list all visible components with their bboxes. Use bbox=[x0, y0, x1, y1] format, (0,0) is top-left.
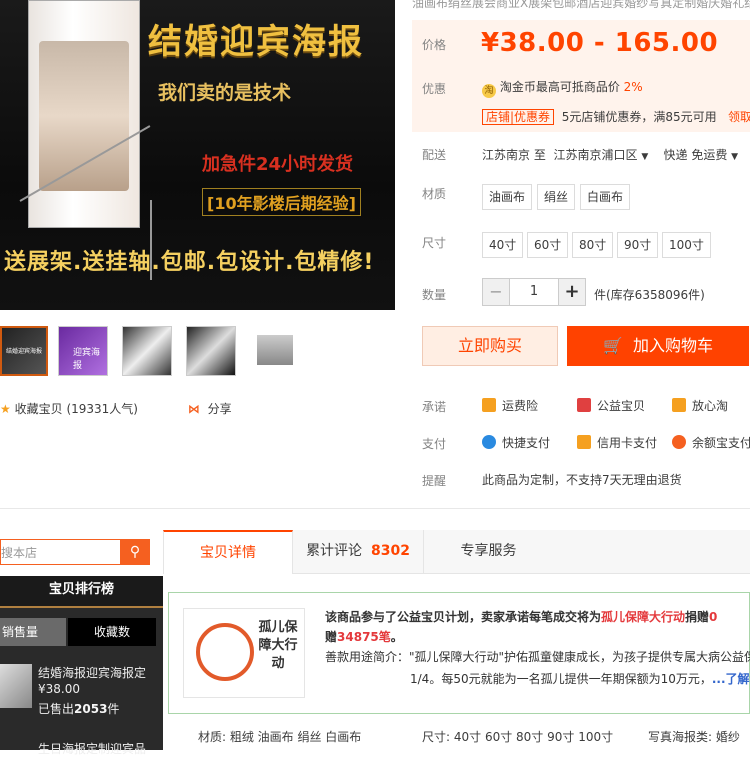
attr-size: 尺寸: 40寸 60寸 80寸 90寸 100寸 bbox=[422, 730, 614, 744]
thumbnail-5[interactable] bbox=[250, 326, 300, 376]
attr-type: 写真海报类: 婚纱 bbox=[648, 730, 740, 744]
size-option-80[interactable]: 80寸 bbox=[572, 232, 614, 258]
share-button[interactable]: ⋈ 分享 bbox=[188, 400, 232, 417]
promise-label: 承诺 bbox=[422, 400, 447, 414]
pay-credit-card[interactable]: 信用卡支付 bbox=[577, 434, 657, 451]
charity-line-2: 赠34875笔。 bbox=[325, 630, 403, 644]
rank-tab-favorites[interactable]: 收藏数 bbox=[68, 618, 156, 646]
charity-line-4: 1/4。每50元就能为一名孤儿提供一年期保额为10万元，...了解详 bbox=[410, 670, 750, 687]
display-stand-graphic bbox=[28, 0, 140, 228]
ship-destination-select[interactable]: 江苏南京浦口区 ▼ bbox=[553, 148, 648, 162]
hero-banner-text: 送展架.送挂轴.包邮.包设计.包精修! bbox=[4, 250, 375, 275]
star-icon: ★ bbox=[0, 402, 11, 416]
search-button[interactable]: ⚲ bbox=[120, 539, 150, 565]
pay-label: 支付 bbox=[422, 437, 447, 451]
price-value: ¥38.00 - 165.00 bbox=[481, 28, 719, 58]
size-option-100[interactable]: 100寸 bbox=[662, 232, 711, 258]
rank-title: 宝贝排行榜 bbox=[0, 576, 163, 608]
favorite-button[interactable]: ★ 收藏宝贝 (19331人气) bbox=[0, 400, 138, 417]
thumbnail-3[interactable] bbox=[122, 326, 172, 376]
rank-item-image[interactable] bbox=[0, 664, 32, 708]
search-icon: ⚲ bbox=[129, 544, 141, 560]
size-option-60[interactable]: 60寸 bbox=[527, 232, 569, 258]
charity-learn-more-link[interactable]: ...了解详 bbox=[712, 672, 750, 686]
charity-logo-icon bbox=[196, 623, 254, 681]
share-icon: ⋈ bbox=[188, 402, 200, 416]
material-option-white[interactable]: 白画布 bbox=[580, 184, 631, 210]
coupon-link[interactable]: 领取 bbox=[728, 110, 750, 124]
ship-row: 江苏南京 至 江苏南京浦口区 ▼ 快递 免运费 ▼ bbox=[482, 148, 739, 162]
hero-rush-text: 加急件24小时发货 bbox=[202, 154, 354, 175]
taojinbi-promo: 淘 淘金币最高可抵商品价 2% bbox=[482, 78, 643, 98]
safe-buy-icon bbox=[672, 398, 686, 412]
stock-text: 件(库存6358096件) bbox=[594, 288, 705, 302]
charity-line-1: 该商品参与了公益宝贝计划，卖家承诺每笔成交将为孤儿保障大行动捐赠0 bbox=[325, 610, 718, 624]
qty-minus-button[interactable]: − bbox=[482, 278, 510, 306]
yuebao-icon bbox=[672, 435, 686, 449]
add-to-cart-button[interactable]: 🛒 加入购物车 bbox=[567, 326, 749, 366]
coupon-tag: 店铺|优惠券 bbox=[482, 109, 555, 125]
qty-label: 数量 bbox=[422, 288, 447, 302]
promise-shipping-insurance[interactable]: 运费险 bbox=[482, 397, 538, 414]
shipping-insurance-icon bbox=[482, 398, 496, 412]
promise-charity[interactable]: 公益宝贝 bbox=[577, 397, 645, 414]
qty-input[interactable]: 1 bbox=[509, 278, 559, 306]
quick-pay-icon bbox=[482, 435, 496, 449]
credit-card-icon bbox=[577, 435, 591, 449]
shop-search-input[interactable]: 搜本店 bbox=[0, 539, 120, 565]
hero-experience-text: [10年影楼后期经验] bbox=[202, 188, 361, 216]
charity-logo: 孤儿保障大行动 bbox=[183, 608, 305, 698]
size-option-40[interactable]: 40寸 bbox=[482, 232, 524, 258]
buy-now-button[interactable]: 立即购买 bbox=[422, 326, 558, 366]
attr-material: 材质: 粗绒 油画布 绢丝 白画布 bbox=[198, 730, 362, 744]
section-divider bbox=[0, 508, 750, 509]
discount-label: 优惠 bbox=[422, 82, 447, 96]
pay-quick[interactable]: 快捷支付 bbox=[482, 434, 550, 451]
coupon-row: 店铺|优惠券 5元店铺优惠券，满85元可用 领取 bbox=[482, 108, 750, 125]
size-option-90[interactable]: 90寸 bbox=[617, 232, 659, 258]
qty-plus-button[interactable]: + bbox=[558, 278, 586, 306]
chevron-down-icon: ▼ bbox=[731, 152, 739, 162]
rank-item-sold: 已售出2053件 bbox=[38, 702, 120, 716]
rank-item-2-name[interactable]: 生日海报定制迎宾品 bbox=[38, 740, 146, 757]
chevron-down-icon: ▼ bbox=[641, 152, 649, 162]
thumbnail-1[interactable]: 结婚迎宾海报 bbox=[0, 326, 48, 376]
rank-item-price: ¥38.00 bbox=[38, 682, 80, 696]
size-label: 尺寸 bbox=[422, 236, 447, 250]
remind-text: 此商品为定制，不支持7天无理由退货 bbox=[482, 473, 682, 487]
ship-label: 配送 bbox=[422, 148, 447, 162]
charity-icon bbox=[577, 398, 591, 412]
tab-service[interactable]: 专享服务 bbox=[423, 530, 553, 574]
thumbnail-4[interactable] bbox=[186, 326, 236, 376]
tab-detail[interactable]: 宝贝详情 bbox=[163, 530, 293, 574]
cart-icon: 🛒 bbox=[602, 336, 623, 355]
hero-title: 结婚迎宾海报 bbox=[148, 22, 364, 62]
hero-subtitle: 我们卖的是技术 bbox=[158, 82, 292, 104]
taojinbi-icon: 淘 bbox=[482, 84, 496, 98]
tab-reviews[interactable]: 累计评论 8302 bbox=[293, 530, 423, 574]
remind-label: 提醒 bbox=[422, 474, 447, 488]
charity-line-3: 善款用途简介："孤儿保障大行动"护佑孤童健康成长，为孩子提供专属大病公益保 bbox=[325, 650, 750, 664]
material-label: 材质 bbox=[422, 187, 447, 201]
ship-method-select[interactable]: 快递 免运费 ▼ bbox=[664, 148, 739, 162]
promise-safe-buy[interactable]: 放心淘 bbox=[672, 397, 728, 414]
pay-yuebao[interactable]: 余额宝支付 bbox=[672, 434, 750, 451]
material-option-oil[interactable]: 油画布 bbox=[482, 184, 533, 210]
main-product-image[interactable]: 结婚迎宾海报 我们卖的是技术 加急件24小时发货 [10年影楼后期经验] 送展架… bbox=[0, 0, 395, 310]
price-label: 价格 bbox=[422, 38, 447, 52]
rank-tab-sales[interactable]: 销售量 bbox=[0, 618, 66, 646]
material-option-silk[interactable]: 绢丝 bbox=[537, 184, 576, 210]
rank-item-name[interactable]: 结婚海报迎宾海报定 bbox=[38, 664, 146, 681]
thumbnail-2[interactable]: 迎宾海报 bbox=[58, 326, 108, 376]
product-title: 油画布绢丝展会商业X展架包邮酒店迎宾婚纱写真定制婚庆婚礼结 bbox=[412, 0, 750, 10]
